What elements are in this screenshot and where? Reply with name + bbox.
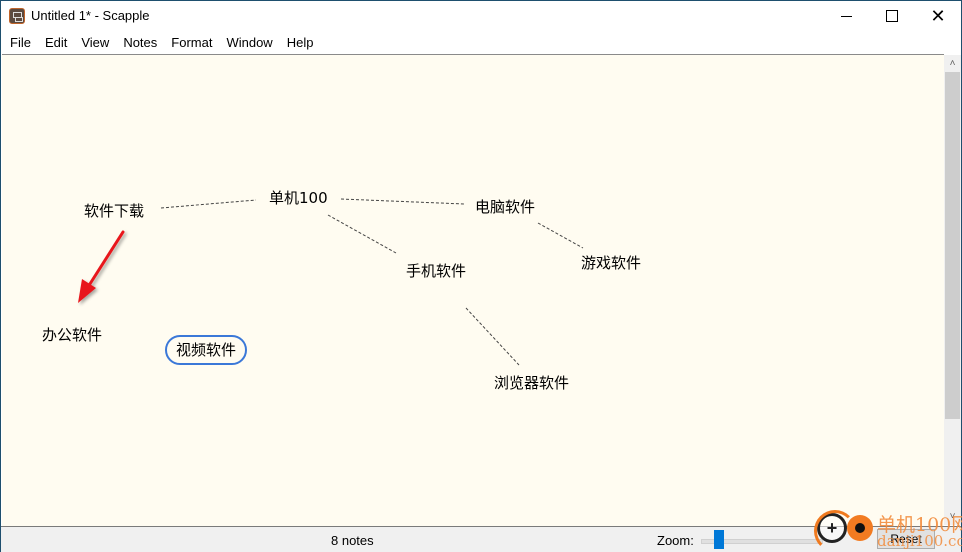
maximize-button[interactable] bbox=[869, 1, 915, 31]
window-title: Untitled 1* - Scapple bbox=[31, 8, 150, 23]
connector-root-mobile[interactable] bbox=[327, 214, 397, 254]
note-pc-software[interactable]: 电脑软件 bbox=[475, 198, 535, 216]
minimize-button[interactable] bbox=[823, 1, 869, 31]
scroll-down-button[interactable]: ˅ bbox=[944, 508, 961, 525]
menu-view[interactable]: View bbox=[74, 35, 116, 50]
red-arrow[interactable] bbox=[78, 230, 125, 303]
maximize-icon bbox=[886, 10, 898, 22]
close-button[interactable]: ✕ bbox=[915, 1, 961, 31]
note-browser-software[interactable]: 浏览器软件 bbox=[494, 374, 569, 392]
note-video-software[interactable]: 视频软件 bbox=[165, 335, 248, 365]
menu-edit[interactable]: Edit bbox=[38, 35, 74, 50]
menu-bar: File Edit View Notes Format Window Help bbox=[1, 31, 961, 53]
scapple-app-icon[interactable] bbox=[9, 8, 25, 24]
close-icon: ✕ bbox=[930, 6, 946, 26]
zoom-label: Zoom: bbox=[657, 533, 694, 548]
reset-zoom-button[interactable]: Reset bbox=[877, 529, 935, 549]
vertical-scrollbar[interactable]: ˄ ˅ bbox=[944, 55, 961, 525]
title-bar[interactable]: Untitled 1* - Scapple ✕ bbox=[1, 1, 961, 31]
connector-root-pc[interactable] bbox=[340, 198, 465, 205]
chevron-up-icon: ˄ bbox=[949, 58, 956, 69]
scroll-up-button[interactable]: ˄ bbox=[944, 55, 961, 72]
note-software-download[interactable]: 软件下载 bbox=[84, 202, 144, 220]
menu-window[interactable]: Window bbox=[219, 35, 279, 50]
app-window: Untitled 1* - Scapple ✕ File Edit View N… bbox=[0, 0, 962, 552]
menu-help[interactable]: Help bbox=[280, 35, 321, 50]
scapple-canvas[interactable]: 软件下载 单机100 电脑软件 游戏软件 手机软件 浏览器软件 办公软件 视频软… bbox=[2, 54, 944, 526]
minimize-icon bbox=[840, 15, 852, 17]
note-game-software[interactable]: 游戏软件 bbox=[581, 254, 641, 272]
notes-count: 8 notes bbox=[331, 533, 374, 548]
note-office-software[interactable]: 办公软件 bbox=[42, 326, 102, 344]
zoom-slider-thumb[interactable] bbox=[714, 530, 725, 549]
menu-format[interactable]: Format bbox=[164, 35, 219, 50]
chevron-down-icon: ˅ bbox=[949, 511, 956, 522]
note-mobile-software[interactable]: 手机软件 bbox=[406, 262, 466, 280]
connector-download-root[interactable] bbox=[160, 199, 257, 209]
status-bar: 8 notes Zoom: Reset bbox=[1, 526, 961, 552]
connections-layer bbox=[78, 198, 584, 366]
connector-mobile-browser[interactable] bbox=[465, 307, 520, 366]
menu-file[interactable]: File bbox=[1, 35, 38, 50]
scroll-thumb[interactable] bbox=[945, 72, 960, 419]
note-danji100[interactable]: 单机100 bbox=[269, 189, 328, 207]
connector-pc-game[interactable] bbox=[537, 222, 584, 249]
menu-notes[interactable]: Notes bbox=[116, 35, 164, 50]
